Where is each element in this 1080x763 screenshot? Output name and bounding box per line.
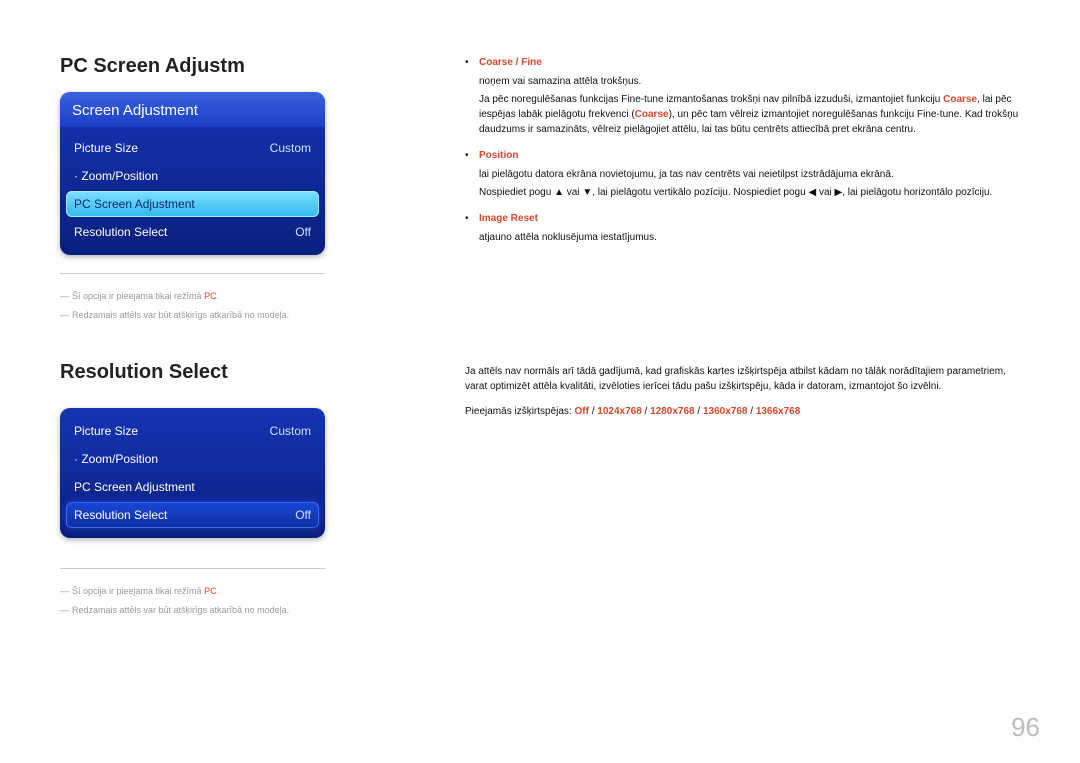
menu-item-label: · Zoom/Position [74, 169, 158, 183]
bullet-position: • Position lai pielāgotu datora ekrāna n… [465, 148, 1020, 203]
right-column: Ja attēls nav normāls arī tādā gadījumā,… [395, 361, 1020, 616]
footnote: Redzamais attēls var būt atšķirīgs atkar… [60, 309, 325, 322]
menu-item-label: Resolution Select [74, 225, 167, 239]
footnotes: Šī opcija ir pieejama tikai režīmā PC. R… [60, 273, 325, 321]
left-column: Resolution Select Picture Size Custom · … [60, 361, 395, 616]
footnote: Šī opcija ir pieejama tikai režīmā PC. [60, 585, 325, 598]
menu-item-value: Custom [270, 141, 311, 155]
arrow-up-icon: ▲ [554, 185, 564, 200]
bullet-title: Coarse / Fine [479, 55, 1020, 70]
right-column: • Coarse / Fine noņem vai samazina attēl… [395, 55, 1020, 321]
footnote: Redzamais attēls var būt atšķirīgs atkar… [60, 604, 325, 617]
menu-item-label: PC Screen Adjustment [74, 480, 195, 494]
menu-item-resolution-select[interactable]: Resolution Select Off [66, 219, 319, 245]
page-number: 96 [1011, 712, 1040, 743]
menu-screen-adjustment: Screen Adjustment Picture Size Custom · … [60, 92, 325, 255]
left-column: PC Screen Adjustm Screen Adjustment Pict… [60, 55, 395, 321]
bullet-text: noņem vai samazina attēla trokšņus. [479, 74, 1020, 89]
menu-body: Picture Size Custom · Zoom/Position PC S… [60, 408, 325, 538]
bullet-text: Ja pēc noregulēšanas funkcijas Fine-tune… [479, 92, 1020, 137]
bullet-title: Image Reset [479, 211, 657, 226]
description-text: Ja attēls nav normāls arī tādā gadījumā,… [465, 364, 1020, 394]
menu-item-label: Picture Size [74, 424, 138, 438]
section-title: PC Screen Adjustm [60, 55, 395, 78]
section-title: Resolution Select [60, 361, 395, 384]
bullet-coarse-fine: • Coarse / Fine noņem vai samazina attēl… [465, 55, 1020, 140]
section-pc-screen-adjust: PC Screen Adjustm Screen Adjustment Pict… [60, 55, 1020, 321]
menu-header: Screen Adjustment [60, 92, 325, 127]
bullet-dot-icon: • [465, 55, 479, 140]
menu-item-zoom-position[interactable]: · Zoom/Position [66, 163, 319, 189]
bullet-text: Nospiediet pogu ▲ vai ▼, lai pielāgotu v… [479, 185, 992, 200]
menu-item-label: Resolution Select [74, 508, 167, 522]
menu-item-pc-screen-adjustment[interactable]: PC Screen Adjustment [66, 474, 319, 500]
menu-item-label: Picture Size [74, 141, 138, 155]
menu-item-resolution-select[interactable]: Resolution Select Off [66, 502, 319, 528]
menu-body: Picture Size Custom · Zoom/Position PC S… [60, 127, 325, 255]
footnotes: Šī opcija ir pieejama tikai režīmā PC. R… [60, 568, 325, 616]
menu-item-picture-size[interactable]: Picture Size Custom [66, 135, 319, 161]
bullet-dot-icon: • [465, 211, 479, 248]
section-resolution-select: Resolution Select Picture Size Custom · … [60, 361, 1020, 616]
resolutions-line: Pieejamās izšķirtspējas: Off / 1024x768 … [465, 404, 1020, 419]
menu-item-value: Off [295, 225, 311, 239]
bullet-title: Position [479, 148, 992, 163]
menu-item-pc-screen-adjustment[interactable]: PC Screen Adjustment [66, 191, 319, 217]
menu-item-value: Off [295, 508, 311, 522]
bullet-text: lai pielāgotu datora ekrāna novietojumu,… [479, 167, 992, 182]
menu-screen-adjustment-2: Picture Size Custom · Zoom/Position PC S… [60, 408, 325, 538]
arrow-down-icon: ▼ [582, 185, 592, 200]
bullet-text: atjauno attēla noklusējuma iestatījumus. [479, 230, 657, 245]
menu-item-value: Custom [270, 424, 311, 438]
bullet-image-reset: • Image Reset atjauno attēla noklusējuma… [465, 211, 1020, 248]
menu-item-label: · Zoom/Position [74, 452, 158, 466]
menu-item-picture-size[interactable]: Picture Size Custom [66, 418, 319, 444]
footnote: Šī opcija ir pieejama tikai režīmā PC. [60, 290, 325, 303]
bullet-dot-icon: • [465, 148, 479, 203]
menu-item-label: PC Screen Adjustment [74, 197, 195, 211]
menu-item-zoom-position[interactable]: · Zoom/Position [66, 446, 319, 472]
